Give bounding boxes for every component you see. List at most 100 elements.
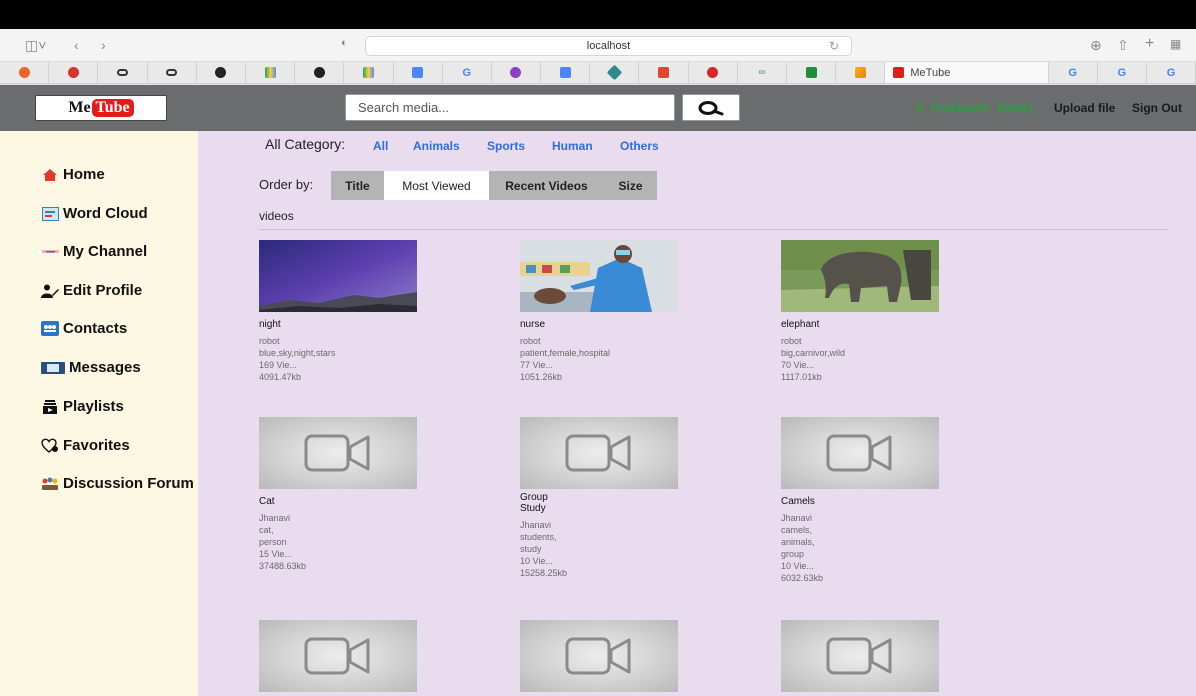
category-all[interactable]: All [373, 139, 388, 153]
sidebar-item-word-cloud[interactable]: Word Cloud [41, 205, 148, 222]
upload-link[interactable]: Upload file [1054, 101, 1115, 115]
video-title[interactable]: Cat [259, 496, 409, 507]
tab-sheets[interactable] [787, 62, 837, 83]
tab-google[interactable]: G [443, 62, 492, 83]
video-views: 10 Vie... [781, 561, 814, 571]
section-label: videos [259, 209, 294, 223]
video-owner: Jhanavi [781, 513, 813, 523]
category-animals[interactable]: Animals [413, 139, 460, 153]
metube-logo[interactable]: Me Tube [35, 95, 167, 121]
sidebar-toggle-icon[interactable]: ◫˅ [25, 37, 46, 54]
video-title[interactable]: Camels [781, 496, 931, 507]
contacts-icon [41, 321, 59, 336]
category-label: All Category: [265, 136, 346, 152]
video-tags: group [781, 549, 805, 559]
video-thumbnail-placeholder[interactable] [781, 620, 939, 692]
sidebar-item-edit-profile[interactable]: Edit Profile [41, 282, 142, 299]
video-camera-icon [826, 637, 892, 675]
app-header: Me Tube Search media... K_Prashanth_Reddy… [0, 85, 1196, 131]
messages-icon [41, 361, 65, 375]
forum-icon [41, 477, 59, 491]
back-icon[interactable]: ‹ [74, 37, 79, 53]
video-views: 10 Vie... [520, 556, 553, 566]
download-icon[interactable]: ⊕ [1090, 37, 1102, 54]
video-owner: robot [259, 336, 280, 346]
favorites-icon [41, 438, 59, 453]
tab-metube[interactable]: MeTube [885, 62, 1049, 83]
category-others[interactable]: Others [620, 139, 659, 153]
infinity-icon: ∞ [758, 67, 766, 78]
new-tab-icon[interactable]: + [1145, 35, 1154, 53]
search-button[interactable] [682, 94, 740, 121]
sidebar-item-contacts[interactable]: Contacts [41, 320, 127, 337]
tab-favicon[interactable] [689, 62, 738, 83]
video-size: 6032.63kb [781, 573, 824, 583]
video-title[interactable]: elephant [781, 319, 931, 330]
tab-github[interactable] [197, 62, 246, 83]
video-thumbnail-placeholder[interactable] [259, 620, 417, 692]
tab-google[interactable]: G [1098, 62, 1147, 83]
video-title[interactable]: nurse [520, 319, 670, 330]
username[interactable]: K_Prashanth_Reddy [916, 101, 1033, 115]
tab-github[interactable] [295, 62, 345, 83]
tab-favicon[interactable] [836, 62, 886, 83]
video-thumbnail-nurse[interactable] [520, 240, 678, 312]
tab-favicon[interactable] [148, 62, 197, 83]
tab-docs[interactable] [394, 62, 443, 83]
order-most-viewed-button[interactable]: Most Viewed [384, 171, 489, 200]
tab-favicon[interactable] [0, 62, 50, 83]
tab-overview-icon[interactable]: ▦ [1170, 37, 1181, 51]
order-recent-videos-button[interactable]: Recent Videos [489, 171, 604, 200]
video-thumbnail-placeholder[interactable] [781, 417, 939, 489]
video-thumbnail-placeholder[interactable] [520, 620, 678, 692]
video-size: 4091.47kb [259, 372, 302, 382]
video-camera-icon [304, 637, 370, 675]
video-views: 169 Vie... [259, 360, 297, 370]
order-label: Order by: [259, 177, 314, 192]
shield-icon[interactable]: ◐ [341, 37, 348, 49]
tab-drive[interactable] [246, 62, 296, 83]
video-thumbnail-placeholder[interactable] [259, 417, 417, 489]
sidebar-item-home[interactable]: Home [41, 166, 105, 183]
video-camera-icon [826, 434, 892, 472]
signout-link[interactable]: Sign Out [1132, 101, 1182, 115]
video-camera-icon [565, 637, 631, 675]
category-human[interactable]: Human [552, 139, 593, 153]
video-thumbnail-night[interactable] [259, 240, 417, 312]
video-thumbnail-placeholder[interactable] [520, 417, 678, 489]
order-title-button[interactable]: Title [331, 171, 384, 200]
video-owner: robot [781, 336, 802, 346]
address-bar[interactable]: localhost ↻ [365, 36, 852, 56]
tab-drive[interactable] [344, 62, 394, 83]
tab-favicon[interactable] [590, 62, 640, 83]
tab-google[interactable]: G [1147, 62, 1196, 83]
video-size: 1117.01kb [781, 372, 822, 382]
video-title[interactable]: Group [520, 492, 670, 503]
sidebar-item-playlists[interactable]: Playlists [41, 398, 124, 415]
video-title[interactable]: Study [520, 503, 670, 514]
sidebar-item-discussion-forum[interactable]: Discussion Forum [41, 475, 194, 492]
sidebar-item-messages[interactable]: Messages [41, 359, 141, 376]
share-icon[interactable]: ⇧ [1117, 37, 1129, 54]
tab-favicon[interactable] [49, 62, 99, 83]
order-size-button[interactable]: Size [604, 171, 657, 200]
tab-favicon[interactable] [639, 62, 689, 83]
sidebar-item-my-channel[interactable]: My Channel [41, 243, 147, 260]
search-input[interactable]: Search media... [345, 94, 675, 121]
reload-icon[interactable]: ↻ [829, 37, 839, 55]
tab-docs[interactable] [541, 62, 591, 83]
video-title[interactable]: night [259, 319, 409, 330]
video-tags: animals, [781, 537, 815, 547]
search-icon [698, 100, 724, 115]
tab-strip: G ∞ MeTube G G G [0, 62, 1196, 84]
forward-icon[interactable]: › [101, 37, 106, 53]
video-owner: robot [520, 336, 541, 346]
tab-favicon[interactable] [98, 62, 148, 83]
video-tags: students, [520, 532, 557, 542]
tab-favicon[interactable]: ∞ [738, 62, 787, 83]
category-sports[interactable]: Sports [487, 139, 525, 153]
tab-google[interactable]: G [1049, 62, 1098, 83]
sidebar-item-favorites[interactable]: Favorites [41, 437, 130, 454]
tab-favicon[interactable] [492, 62, 542, 83]
video-thumbnail-elephant[interactable] [781, 240, 939, 312]
